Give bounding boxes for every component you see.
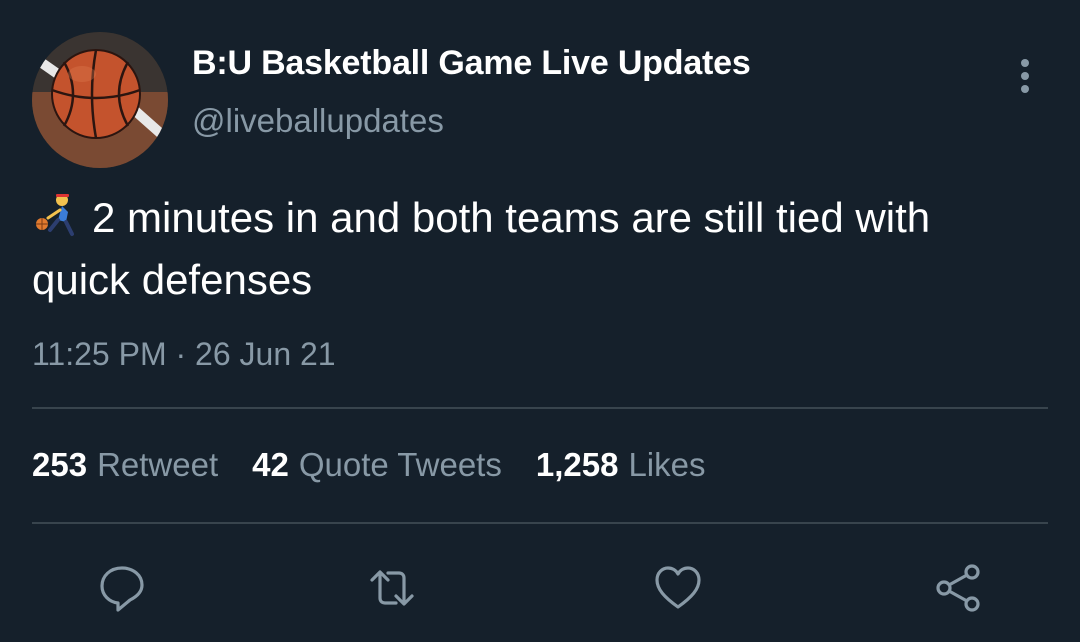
likes-label: Likes: [628, 446, 706, 483]
quote-tweets-count: 42: [252, 446, 289, 483]
divider: [32, 522, 1048, 524]
display-name[interactable]: B:U Basketball Game Live Updates: [192, 44, 751, 83]
retweet-icon[interactable]: [366, 562, 418, 614]
retweets-stat[interactable]: 253 Retweet: [32, 446, 218, 484]
engagement-stats: 253 Retweet 42 Quote Tweets 1,258 Likes: [32, 446, 706, 484]
more-dot: [1021, 59, 1029, 67]
basketball-icon: [32, 32, 168, 168]
like-icon[interactable]: [652, 562, 704, 614]
likes-stat[interactable]: 1,258 Likes: [536, 446, 706, 484]
divider: [32, 407, 1048, 409]
more-dot: [1021, 72, 1029, 80]
tweet-text: 2 minutes in and both teams are still ti…: [32, 190, 1032, 308]
user-handle[interactable]: @liveballupdates: [192, 102, 444, 140]
retweets-count: 253: [32, 446, 88, 483]
person-bouncing-ball-icon: [32, 192, 82, 252]
more-dot: [1021, 85, 1029, 93]
quote-tweets-stat[interactable]: 42 Quote Tweets: [252, 446, 502, 484]
quote-tweets-label: Quote Tweets: [298, 446, 502, 483]
timestamp[interactable]: 11:25 PM · 26 Jun 21: [32, 336, 336, 373]
share-icon[interactable]: [932, 562, 984, 614]
more-options-icon[interactable]: [1008, 56, 1042, 96]
tweet-card: B:U Basketball Game Live Updates @liveba…: [0, 0, 1080, 642]
likes-count: 1,258: [535, 446, 619, 483]
retweets-label: Retweet: [97, 446, 219, 483]
reply-icon[interactable]: [96, 562, 148, 614]
avatar[interactable]: [32, 32, 168, 168]
tweet-text-body: 2 minutes in and both teams are still ti…: [32, 194, 931, 303]
